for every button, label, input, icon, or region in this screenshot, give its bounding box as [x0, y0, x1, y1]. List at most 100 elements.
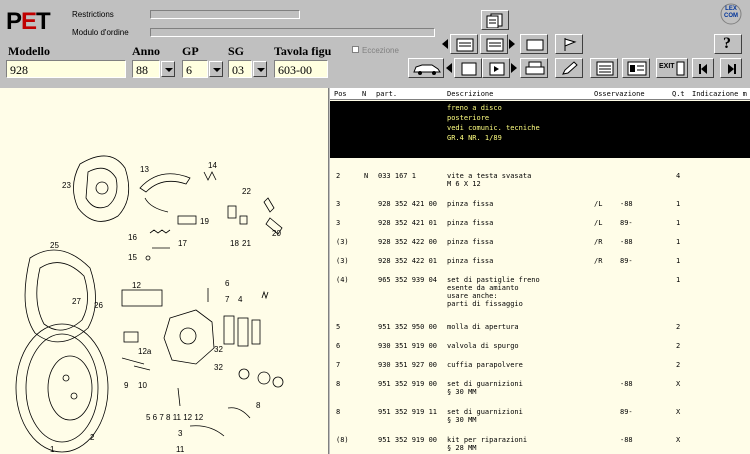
cell-desc4: parti di fissaggio	[447, 300, 523, 308]
gp-field[interactable]: 6	[182, 60, 208, 78]
printer-icon	[525, 61, 545, 75]
gp-dropdown-button[interactable]	[209, 61, 223, 77]
edit-button[interactable]	[555, 58, 583, 78]
parts-list-button[interactable]	[622, 58, 650, 78]
cell-desc2: § 30 MM	[447, 416, 477, 424]
monitor-icon	[526, 39, 544, 51]
restrictions-field[interactable]	[150, 10, 300, 19]
cell-pos: 7	[336, 361, 341, 369]
page-forward-button[interactable]	[482, 58, 510, 78]
cell-qty: X	[676, 408, 681, 416]
label-15: 15	[128, 253, 137, 262]
lexcom-logo: LEX COM	[716, 2, 746, 26]
document-list-button[interactable]	[480, 34, 508, 54]
anno-dropdown-button[interactable]	[161, 61, 175, 77]
label-23: 23	[62, 181, 71, 190]
cell-desc: set di guarnizioni	[447, 380, 523, 388]
cell-part: 930 351 919 00	[378, 342, 438, 350]
cell-qty: 1	[676, 257, 681, 265]
modello-label: Modello	[8, 44, 50, 58]
cell-desc2: § 30 MM	[447, 388, 477, 396]
cell-qty: 2	[676, 323, 681, 331]
prev-arrow-icon[interactable]	[442, 39, 448, 49]
document-copy-button[interactable]	[481, 10, 509, 30]
prev-page-arrow-icon[interactable]	[446, 63, 452, 73]
label-6: 6	[225, 279, 230, 288]
cell-part: 951 352 919 00	[378, 436, 438, 444]
cell-pos: (3)	[336, 257, 349, 265]
cell-obs2: 89-	[620, 219, 633, 227]
next-arrow-icon[interactable]	[509, 39, 515, 49]
cell-obs2: -88	[620, 436, 633, 444]
document-icon	[456, 38, 474, 52]
screen-button[interactable]	[520, 34, 548, 54]
cell-desc: set di pastiglie freno	[447, 276, 540, 284]
flag-button[interactable]	[555, 34, 583, 54]
documents-icon	[486, 13, 503, 28]
cell-qty: 1	[676, 276, 681, 284]
print-button[interactable]	[520, 58, 548, 78]
cell-obs2: -88	[620, 200, 633, 208]
cell-desc: pinza fissa	[447, 219, 494, 227]
order-module-field[interactable]	[150, 28, 435, 37]
label-13: 13	[140, 165, 149, 174]
cell-part: 951 352 041 01	[378, 152, 438, 160]
restrictions-label: Restrictions	[72, 10, 114, 19]
cell-part: 928 352 421 01	[378, 219, 438, 227]
label-5-to-12-group: 5 6 7 8 11 12 12	[146, 413, 204, 422]
banner-line-1: freno a disco	[447, 104, 502, 112]
cell-qty: 2	[676, 361, 681, 369]
sg-field[interactable]: 03	[228, 60, 252, 78]
cell-qty: 1	[676, 219, 681, 227]
cell-pos: (3)	[336, 238, 349, 246]
parts-table[interactable]: Pos N part. Descrizione Osservazione Q.t…	[330, 88, 750, 454]
first-page-button[interactable]	[692, 58, 714, 78]
first-page-arrow-icon	[701, 64, 707, 74]
col-pos: Pos	[334, 90, 347, 98]
label-3: 3	[178, 429, 183, 438]
label-9: 9	[124, 381, 129, 390]
help-button[interactable]: ?	[714, 34, 742, 54]
cell-n: N	[364, 172, 369, 180]
last-page-button[interactable]	[720, 58, 742, 78]
exception-checkbox[interactable]	[352, 46, 359, 53]
lexcom-text: LEX COM	[724, 6, 738, 19]
label-7: 7	[225, 295, 230, 304]
label-32-a: 32	[214, 345, 223, 354]
cell-qty: 4	[676, 172, 681, 180]
anno-label: Anno	[132, 44, 161, 58]
tavola-label: Tavola figu	[274, 44, 332, 58]
cell-part: 951 352 919 00	[378, 380, 438, 388]
tavola-field[interactable]: 603-00	[274, 60, 328, 78]
cell-desc: vite a testa svasata	[447, 172, 532, 180]
page-back-button[interactable]	[454, 58, 482, 78]
list-icon	[596, 61, 614, 76]
exploded-view-drawing[interactable]: 13 14 23 19 22 16 17 15 18 21 20 25 27 2…	[0, 88, 329, 454]
label-8: 8	[256, 401, 261, 410]
label-10: 10	[138, 381, 147, 390]
document-view-button[interactable]	[450, 34, 478, 54]
col-n: N	[362, 90, 367, 98]
vehicle-button[interactable]	[408, 58, 444, 78]
modello-field[interactable]: 928	[6, 60, 126, 78]
cell-desc2: M 6 X 12	[447, 180, 481, 188]
anno-field[interactable]: 88	[132, 60, 160, 78]
table-header: Pos N part. Descrizione Osservazione Q.t…	[330, 88, 750, 100]
list-button[interactable]	[590, 58, 618, 78]
toolbar-panel: PET Restrictions Modulo d'ordine Modello…	[0, 0, 750, 88]
label-19: 18	[230, 239, 239, 248]
cell-desc: disco freno	[447, 152, 494, 160]
label-14: 14	[208, 161, 217, 170]
label-12: 12	[132, 281, 141, 290]
exit-button[interactable]: EXIT	[656, 58, 688, 78]
cell-obs1: /L	[594, 219, 603, 227]
next-page-arrow-icon[interactable]	[511, 63, 517, 73]
label-16: 16	[128, 233, 137, 242]
cell-obs2: -88	[620, 238, 633, 246]
gp-label: GP	[182, 44, 199, 58]
col-qty: Q.t	[672, 90, 685, 98]
cell-qty: 1	[676, 200, 681, 208]
cell-part: 951 352 919 11	[378, 408, 438, 416]
label-27: 27	[72, 297, 81, 306]
sg-dropdown-button[interactable]	[253, 61, 267, 77]
